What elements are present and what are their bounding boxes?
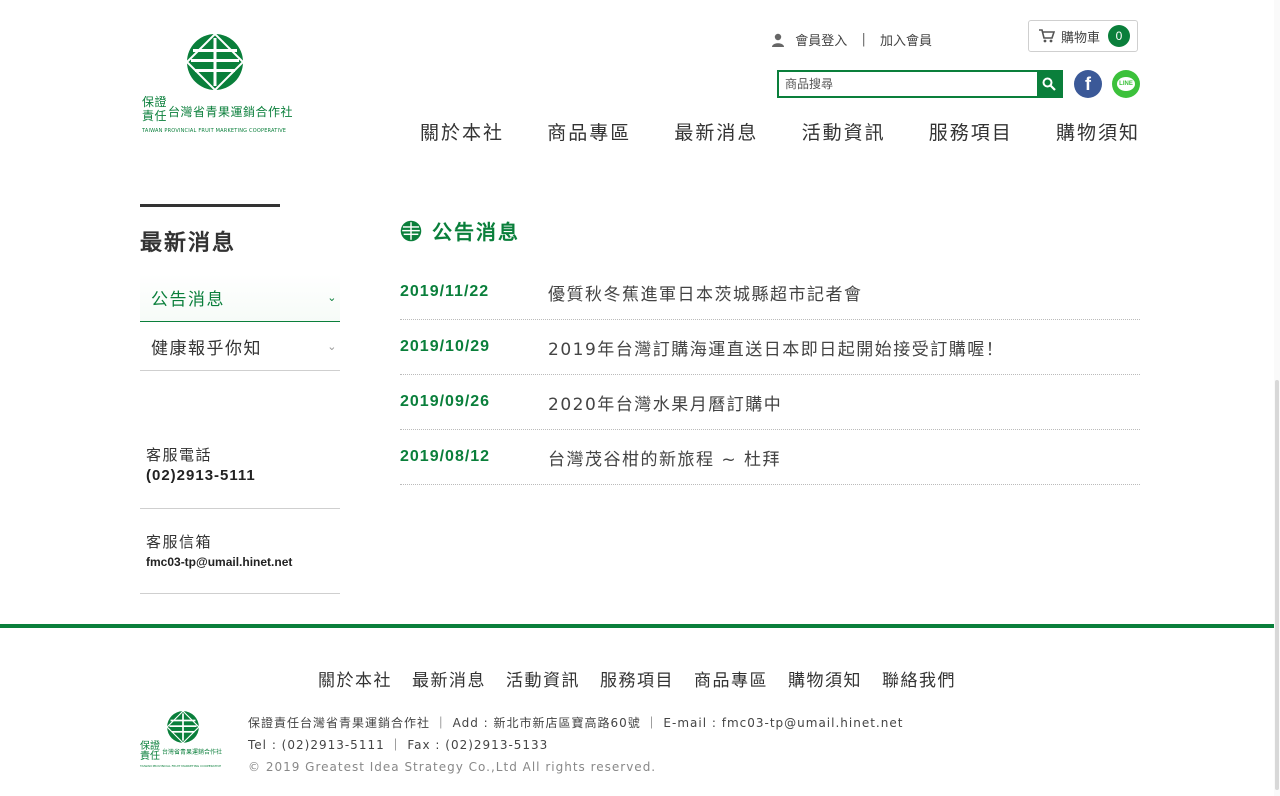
join-link[interactable]: 加入會員 [880, 34, 932, 49]
login-link[interactable]: 會員登入 [795, 34, 847, 49]
phone-value: (02)2913-5111 [146, 467, 256, 484]
sidebar-title: 最新消息 [140, 231, 237, 256]
news-row[interactable]: 2019/11/22 優質秋冬蕉進軍日本茨城縣超市記者會 [400, 265, 1140, 320]
logo-emblem-icon [185, 32, 245, 92]
logo-emblem-icon [166, 710, 200, 744]
chevron-down-icon: ⌄ [327, 291, 338, 304]
main-nav: 關於本社 商品專區 最新消息 活動資訊 服務項目 購物須知 [420, 118, 1140, 145]
footer-logo-name: 台灣省青果運銷合作社 [162, 749, 223, 756]
nav-item-news[interactable]: 最新消息 [674, 118, 758, 145]
footer-link-events[interactable]: 活動資訊 [506, 666, 580, 691]
footer-address-line: 保證責任台灣省青果運銷合作社 ｜ Add : 新北市新店區寶高路60號 ｜ E-… [248, 716, 904, 730]
chevron-down-icon: ⌄ [327, 340, 338, 353]
facebook-icon[interactable]: f [1074, 70, 1102, 98]
footer-link-contact[interactable]: 聯絡我們 [882, 666, 956, 691]
divider [140, 508, 340, 509]
sidebar-item-label: 健康報乎你知 [151, 339, 262, 359]
line-glyph: LINE [1119, 81, 1133, 87]
news-title-link[interactable]: 優質秋冬蕉進軍日本茨城縣超市記者會 [548, 280, 863, 305]
news-title-link[interactable]: 2019年台灣訂購海運直送日本即日起開始接受訂購喔！ [548, 335, 1004, 360]
news-date: 2019/09/26 [400, 393, 491, 410]
search-icon [1042, 77, 1056, 91]
sidebar-item-health[interactable]: 健康報乎你知 ⌄ [140, 323, 340, 371]
cart-icon [1039, 29, 1055, 43]
news-date: 2019/11/22 [400, 283, 490, 300]
footer-link-shopping-info[interactable]: 購物須知 [788, 666, 862, 691]
logo-text-line2: 責任 [142, 109, 168, 123]
section-title: 公告消息 [432, 220, 520, 244]
news-row[interactable]: 2019/09/26 2020年台灣水果月曆訂購中 [400, 375, 1140, 430]
footer-divider [0, 624, 1280, 628]
news-date: 2019/08/12 [400, 448, 491, 465]
footer-logo-line2: 責任 [140, 751, 160, 762]
nav-item-shopping-info[interactable]: 購物須知 [1056, 118, 1140, 145]
search-bar [777, 70, 1063, 98]
cart-button[interactable]: 購物車 0 [1028, 20, 1138, 52]
footer-copyright: © 2019 Greatest Idea Strategy Co.,Ltd Al… [248, 760, 657, 774]
footer-logo[interactable]: 保證 責任 台灣省青果運銷合作社 TAIWAN PROVINCIAL FRUIT… [140, 710, 232, 772]
line-icon[interactable]: LINE [1112, 70, 1140, 98]
nav-item-products[interactable]: 商品專區 [547, 118, 631, 145]
phone-label: 客服電話 [146, 446, 213, 464]
line-bubble: LINE [1117, 77, 1135, 91]
logo-text-name: 台灣省青果運銷合作社 [168, 105, 294, 119]
news-date: 2019/10/29 [400, 338, 491, 355]
news-row[interactable]: 2019/08/12 台灣茂谷柑的新旅程 ~ 杜拜 [400, 430, 1140, 485]
news-title-link[interactable]: 2020年台灣水果月曆訂購中 [548, 390, 782, 415]
footer-nav: 關於本社 最新消息 活動資訊 服務項目 商品專區 購物須知 聯絡我們 [318, 666, 976, 691]
scrollbar-thumb[interactable] [1275, 380, 1279, 790]
site-logo[interactable]: 保證 責任 台灣省青果運銷合作社 TAIWAN PROVINCIAL FRUIT… [140, 30, 300, 140]
section-header: 公告消息 [400, 216, 520, 245]
search-input[interactable] [779, 72, 1037, 96]
email-value: fmc03-tp@umail.hinet.net [146, 555, 293, 569]
footer-link-services[interactable]: 服務項目 [600, 666, 674, 691]
sidebar-item-label: 公告消息 [151, 290, 225, 310]
facebook-glyph: f [1085, 73, 1091, 94]
member-divider: | [861, 32, 866, 47]
footer-contact-line: Tel : (02)2913-5111 ｜ Fax : (02)2913-513… [248, 738, 549, 752]
member-links: 會員登入 | 加入會員 [771, 30, 932, 49]
footer-info: 保證責任台灣省青果運銷合作社 ｜ Add : 新北市新店區寶高路60號 ｜ E-… [248, 712, 903, 778]
logo-emblem-icon [400, 220, 422, 241]
logo-text-line1: 保證 [142, 95, 168, 109]
divider [140, 593, 340, 594]
logo-text-en: TAIWAN PROVINCIAL FRUIT MARKETING COOPER… [142, 128, 287, 134]
nav-item-services[interactable]: 服務項目 [929, 118, 1013, 145]
sidebar-item-announcements[interactable]: 公告消息 ⌄ [140, 274, 340, 322]
nav-item-events[interactable]: 活動資訊 [802, 118, 886, 145]
email-label: 客服信箱 [146, 533, 213, 551]
footer-logo-en: TAIWAN PROVINCIAL FRUIT MARKETING COOPER… [140, 764, 222, 768]
footer-link-products[interactable]: 商品專區 [694, 666, 768, 691]
footer-link-news[interactable]: 最新消息 [412, 666, 486, 691]
search-button[interactable] [1037, 72, 1061, 96]
user-icon [772, 33, 785, 47]
sidebar-accent-line [140, 204, 280, 207]
cart-label: 購物車 [1061, 30, 1101, 46]
cart-count-badge: 0 [1108, 25, 1131, 47]
nav-item-about[interactable]: 關於本社 [420, 118, 504, 145]
news-title-link[interactable]: 台灣茂谷柑的新旅程 ~ 杜拜 [548, 445, 781, 470]
footer-link-about[interactable]: 關於本社 [318, 666, 392, 691]
news-row[interactable]: 2019/10/29 2019年台灣訂購海運直送日本即日起開始接受訂購喔！ [400, 320, 1140, 375]
